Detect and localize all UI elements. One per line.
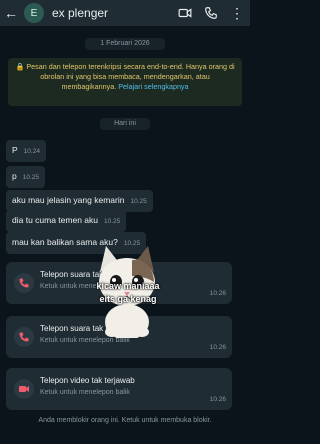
call-title: Telepon video tak terjawab (40, 376, 135, 385)
date-chip: 1 Februari 2026 (85, 38, 165, 50)
missed-video-call-icon (14, 379, 34, 399)
call-time: 10.26 (209, 344, 226, 351)
missed-voice-call-icon (14, 273, 34, 293)
call-time: 10.26 (209, 396, 226, 403)
today-chip: Hari ini (100, 118, 150, 130)
message-time: 10.24 (23, 148, 40, 155)
call-subtitle: Ketuk untuk menelepon balik (40, 389, 130, 396)
message-bubble[interactable]: P 10.24 (6, 140, 46, 162)
message-bubble[interactable]: p 10.25 (6, 166, 46, 188)
call-time: 10.26 (209, 290, 226, 297)
message-text: P (12, 145, 18, 155)
missed-voice-call-icon (14, 327, 34, 347)
avatar[interactable]: E (24, 3, 44, 23)
blocked-notice[interactable]: Anda memblokir orang ini. Ketuk untuk me… (14, 416, 236, 426)
back-arrow-icon[interactable]: ← (0, 5, 18, 21)
message-time: 10.25 (104, 218, 121, 225)
message-bubble[interactable]: aku mau jelasin yang kemarin 10.25 (6, 190, 153, 212)
chat-area: 1 Februari 2026 🔒 Pesan dan telepon tere… (0, 26, 250, 444)
message-time: 10.25 (22, 174, 40, 181)
missed-video-call-card[interactable]: Telepon video tak terjawab Ketuk untuk m… (6, 368, 232, 410)
message-text: dia tu cuma temen aku (12, 215, 98, 225)
contact-name[interactable]: ex plenger (52, 6, 178, 20)
message-text: aku mau jelasin yang kemarin (12, 195, 125, 205)
encryption-notice[interactable]: 🔒 Pesan dan telepon terenkripsi secara e… (8, 58, 242, 106)
meme-caption-line-2: eits ga kenag (99, 294, 157, 304)
more-options-icon[interactable]: ⋮ (230, 6, 244, 20)
message-time: 10.25 (130, 198, 147, 205)
chat-header: ← E ex plenger ⋮ (0, 0, 250, 26)
message-text: p (12, 171, 17, 181)
learn-more-link[interactable]: Pelajari selengkapnya (118, 82, 188, 91)
video-call-icon[interactable] (178, 6, 192, 20)
voice-call-icon[interactable] (204, 6, 218, 20)
call-subtitle: Ketuk untuk menelepon balik (40, 337, 130, 344)
message-bubble[interactable]: dia tu cuma temen aku 10.25 (6, 210, 127, 232)
meme-caption-line-1: kicaw maniaaa (96, 281, 160, 291)
lock-icon: 🔒 (15, 62, 25, 71)
